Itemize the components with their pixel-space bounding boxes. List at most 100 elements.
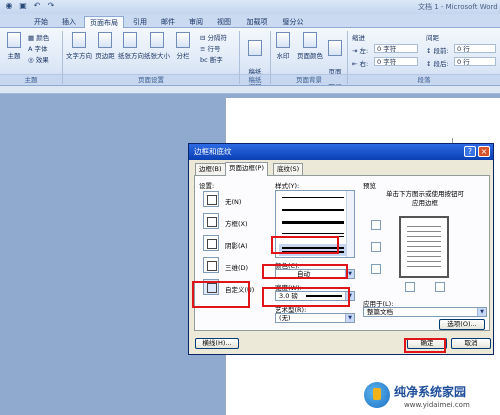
watermark-title: 纯净系统家园	[394, 385, 467, 399]
theme-group-label: 主题	[0, 74, 62, 84]
left-border-button[interactable]	[405, 282, 415, 292]
orientation-icon	[123, 32, 137, 48]
spacing-after-input[interactable]: 0 行	[454, 57, 496, 66]
tab-page-layout[interactable]: 页面布局	[84, 16, 124, 28]
ribbon: 主题 ▦ 颜色 A 字体 ◎ 效果 主题 文字方向 页边距 纸张方向 纸张大小 …	[0, 28, 500, 86]
watermark-label: 水印	[276, 52, 290, 60]
tab-shading[interactable]: 底纹(S)	[273, 163, 304, 175]
spacing-before-text: 段前	[433, 47, 447, 55]
watermark-button[interactable]: 水印	[274, 32, 292, 60]
tab-extra[interactable]: 璧分公	[278, 16, 308, 28]
bottom-border-button[interactable]	[371, 264, 381, 274]
theme-colors-button[interactable]: ▦ 颜色	[28, 32, 49, 42]
tab-addins[interactable]: 加载项	[242, 16, 272, 28]
highlight-width	[262, 287, 350, 307]
watermark-icon	[276, 32, 290, 48]
site-logo-icon	[364, 382, 390, 408]
indent-right-text: 右	[359, 60, 367, 68]
themes-button[interactable]: 主题	[4, 32, 24, 60]
tab-view[interactable]: 视图	[212, 16, 236, 28]
horizontal-line-button[interactable]: 横线(H)...	[195, 338, 239, 349]
indent-left-label: ⇥ 左:	[352, 47, 369, 55]
tab-references[interactable]: 引用	[128, 16, 152, 28]
theme-fonts-label: 字体	[34, 45, 48, 53]
themes-icon	[7, 32, 21, 48]
columns-icon	[176, 32, 190, 48]
indent-right-input[interactable]: 0 字符	[374, 57, 418, 66]
setting-3d-button[interactable]	[203, 257, 219, 273]
setting-none-button[interactable]	[203, 191, 219, 207]
page-color-icon	[303, 32, 317, 48]
page-size-label: 纸张大小	[144, 52, 170, 60]
theme-fonts-button[interactable]: A 字体	[28, 43, 48, 53]
margins-button[interactable]: 页边距	[94, 32, 116, 60]
breaks-button[interactable]: ⊟ 分隔符	[200, 32, 227, 42]
page-borders-icon	[328, 40, 342, 56]
right-border-button[interactable]	[435, 282, 445, 292]
window-title: 文档 1 - Microsoft Word	[418, 3, 498, 11]
margins-icon	[98, 32, 112, 48]
office-button-icon[interactable]: ◉	[4, 1, 14, 11]
redo-icon[interactable]: ↷	[46, 1, 56, 11]
close-icon[interactable]: ×	[478, 146, 490, 157]
line-numbers-label: 行号	[207, 45, 221, 53]
spacing-before-input[interactable]: 0 行	[454, 44, 496, 53]
margins-label: 页边距	[95, 52, 115, 60]
themes-label: 主题	[7, 52, 21, 60]
theme-colors-label: 颜色	[36, 34, 50, 42]
tab-review[interactable]: 审阅	[184, 16, 208, 28]
orientation-button[interactable]: 纸张方向	[118, 32, 144, 60]
tab-insert[interactable]: 插入	[56, 16, 82, 28]
preview-label: 预览	[363, 182, 376, 190]
spacing-title: 间距	[426, 34, 439, 42]
highlight-style-selection	[271, 236, 339, 254]
undo-icon[interactable]: ↶	[32, 1, 42, 11]
middle-border-button[interactable]	[371, 242, 381, 252]
preview-hint: 单击下方图示或使用按钮可 应用边框	[386, 190, 464, 207]
options-button[interactable]: 选项(O)...	[439, 319, 485, 330]
dialog-title-bar: 边框和底纹 ? ×	[189, 144, 493, 160]
indent-right-label: ⇤ 右:	[352, 60, 369, 68]
style-list-scrollbar[interactable]	[346, 191, 354, 257]
top-border-button[interactable]	[371, 220, 381, 230]
page-color-label: 页面颜色	[297, 52, 323, 60]
setting-box-button[interactable]	[203, 213, 219, 229]
setting-label: 设置:	[199, 182, 215, 190]
ribbon-tabs: 开始 插入 页面布局 引用 邮件 审阅 视图 加载项 璧分公	[0, 14, 500, 28]
title-bar: ◉ ▣ ↶ ↷ 文档 1 - Microsoft Word	[0, 0, 500, 14]
setting-3d-label: 三维(D)	[225, 264, 249, 272]
setting-shadow-button[interactable]	[203, 235, 219, 251]
indent-title: 缩进	[352, 34, 365, 42]
setting-shadow-label: 阴影(A)	[225, 242, 248, 250]
setting-box-label: 方框(X)	[225, 220, 248, 228]
style-option-thin[interactable]	[282, 197, 344, 198]
help-icon[interactable]: ?	[464, 146, 476, 157]
watermark-url: www.yidaimei.com	[404, 401, 470, 409]
chevron-down-icon: ▼	[345, 314, 354, 322]
art-dropdown[interactable]: (无) ▼	[275, 313, 355, 323]
text-direction-button[interactable]: 文字方向	[66, 32, 92, 60]
page-setup-group-label: 页面设置	[63, 74, 239, 84]
line-numbers-button[interactable]: ≡ 行号	[200, 43, 221, 53]
cancel-button[interactable]: 取消	[451, 338, 491, 349]
page-size-button[interactable]: 纸张大小	[144, 32, 170, 60]
style-option-double[interactable]	[282, 233, 344, 234]
tab-home[interactable]: 开始	[28, 16, 54, 28]
style-option-thick[interactable]	[282, 221, 344, 224]
save-icon[interactable]: ▣	[18, 1, 28, 11]
setting-none-label: 无(N)	[225, 198, 242, 206]
indent-left-input[interactable]: 0 字符	[374, 44, 418, 53]
apply-to-dropdown[interactable]: 整篇文档 ▼	[363, 307, 487, 317]
style-option-medium[interactable]	[282, 209, 344, 211]
preview-page[interactable]	[399, 216, 449, 278]
theme-effects-button[interactable]: ◎ 效果	[28, 54, 49, 64]
page-color-button[interactable]: 页面颜色	[296, 32, 324, 60]
hyphenation-button[interactable]: bc 断字	[200, 54, 223, 64]
highlight-ok-button	[404, 338, 446, 353]
tab-page-border[interactable]: 页面边框(P)	[225, 162, 268, 176]
columns-button[interactable]: 分栏	[174, 32, 192, 60]
tab-borders[interactable]: 边框(B)	[195, 163, 226, 175]
tab-mailings[interactable]: 邮件	[156, 16, 180, 28]
highlight-color	[262, 264, 348, 279]
breaks-label: 分隔符	[207, 34, 228, 42]
